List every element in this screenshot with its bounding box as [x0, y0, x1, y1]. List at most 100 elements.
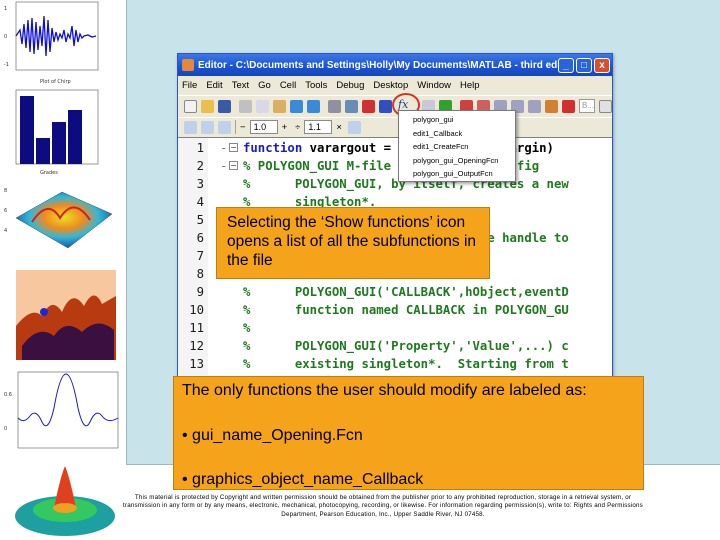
divide-button[interactable]: ÷ [295, 122, 300, 133]
eval-advance-icon[interactable] [218, 120, 231, 134]
continue-icon[interactable] [545, 99, 558, 113]
line-number: 3 [196, 177, 204, 191]
editor-title: Editor - C:\Documents and Settings\Holly… [198, 59, 558, 71]
svg-text:Plot of Chirp: Plot of Chirp [40, 79, 71, 85]
increment-value-1[interactable]: 1.0 [249, 120, 278, 134]
code-text: % existing singleton*. Starting from t [243, 355, 569, 373]
waveform-thumbnail: 1 0 -1 Plot of Chirp [2, 0, 102, 86]
menu-help[interactable]: Help [460, 80, 480, 91]
line-number: 10 [189, 303, 204, 317]
eval-cell-icon[interactable] [201, 120, 214, 134]
cell-toolbar: − 1.0 + ÷ 1.1 × [178, 117, 612, 136]
close-button[interactable]: x [594, 57, 610, 73]
comment: % existing singleton*. Starting from t [243, 357, 569, 371]
undo-icon[interactable] [290, 99, 303, 113]
copyright-notice: This material is protected by Copyright … [123, 494, 643, 518]
code-text: % POLYGON_GUI('CALLBACK',hObject,eventD [243, 283, 569, 301]
callout-heading: The only functions the user should modif… [182, 382, 587, 399]
menu-desktop[interactable]: Desktop [373, 80, 408, 91]
line-number: 9 [196, 285, 204, 299]
line-number: 8 [196, 267, 204, 281]
redo-icon[interactable] [307, 99, 320, 113]
editor-toolbar: fx B... [178, 93, 612, 117]
code-line[interactable]: 11% [178, 319, 612, 337]
increment-button[interactable]: + [282, 122, 288, 133]
cut-icon[interactable] [239, 99, 252, 113]
multiply-button[interactable]: × [336, 122, 342, 133]
fold-toggle-icon[interactable]: − [229, 161, 238, 170]
line-number: 2 [196, 159, 204, 173]
function-item-edit1-createfcn[interactable]: edit1_CreateFcn [399, 140, 515, 154]
step-out-icon[interactable] [528, 99, 541, 113]
stack-combo[interactable]: B... [579, 99, 596, 113]
save-icon[interactable] [218, 99, 231, 113]
print-icon[interactable] [328, 99, 341, 113]
increment-value-2[interactable]: 1.1 [304, 120, 333, 134]
new-file-icon[interactable] [184, 99, 197, 113]
code-line[interactable]: 9 % POLYGON_GUI('CALLBACK',hObject,eventD [178, 283, 612, 301]
breakpoint-marker[interactable]: - [220, 157, 227, 175]
code-line[interactable]: 13 % existing singleton*. Starting from t [178, 355, 612, 373]
open-folder-icon[interactable] [201, 99, 214, 113]
menu-bar: File Edit Text Go Cell Tools Debug Deskt… [178, 77, 612, 94]
3d-peak-thumbnail [10, 458, 120, 540]
code-line[interactable]: 2- −% POLYGON_GUI M-file for polygon_gui.… [178, 157, 612, 175]
matlab-app-icon [182, 59, 194, 71]
function-item-outputfcn[interactable]: polygon_gui_OutputFcn [399, 167, 515, 181]
svg-text:0.6: 0.6 [4, 392, 12, 398]
go-back-icon[interactable] [362, 99, 375, 113]
code-text: % POLYGON_GUI('Property','Value',...) c [243, 337, 569, 355]
paste-icon[interactable] [273, 99, 286, 113]
toolbar-separator [235, 120, 236, 134]
function-item-openingfcn[interactable]: polygon_gui_OpeningFcn [399, 154, 515, 168]
maximize-button[interactable]: □ [576, 57, 592, 73]
cell-mode-icon[interactable] [184, 120, 197, 134]
go-forward-icon[interactable] [379, 99, 392, 113]
line-number: 7 [196, 249, 204, 263]
code-line[interactable]: 3% POLYGON_GUI, by itself, creates a new [178, 175, 612, 193]
line-number: 6 [196, 231, 204, 245]
copy-icon[interactable] [256, 99, 269, 113]
menu-debug[interactable]: Debug [336, 80, 364, 91]
dock-icon[interactable] [599, 99, 612, 113]
editor-titlebar[interactable]: Editor - C:\Documents and Settings\Holly… [178, 54, 612, 76]
exit-debug-icon[interactable] [562, 99, 575, 113]
decrement-button[interactable]: − [240, 122, 246, 133]
menu-cell[interactable]: Cell [280, 80, 296, 91]
comment: % POLYGON_GUI('CALLBACK',hObject,eventD [243, 285, 569, 299]
callout-item-opening-fcn: • gui_name_Opening.Fcn [182, 427, 363, 444]
menu-go[interactable]: Go [258, 80, 271, 91]
show-functions-callout: Selecting the ‘Show functions’ icon open… [216, 207, 490, 279]
function-item-edit1-callback[interactable]: edit1_Callback [399, 127, 515, 141]
svg-text:Grades: Grades [40, 170, 58, 176]
svg-text:0: 0 [4, 426, 7, 432]
menu-window[interactable]: Window [417, 80, 451, 91]
cell-options-icon[interactable] [347, 120, 361, 134]
code-line[interactable]: 1-−function varargout = polygon_gui(vara… [178, 139, 612, 157]
function-list-menu: polygon_gui edit1_Callback edit1_CreateF… [398, 110, 516, 182]
keyword: function [243, 141, 303, 155]
breakpoint-marker[interactable]: - [220, 139, 227, 157]
find-icon[interactable] [345, 99, 358, 113]
code-line[interactable]: 12 % POLYGON_GUI('Property','Value',...) … [178, 337, 612, 355]
line-number: 12 [189, 339, 204, 353]
callout-item-callback: • graphics_object_name_Callback [182, 471, 424, 488]
menu-text[interactable]: Text [232, 80, 249, 91]
function-item-polygon-gui[interactable]: polygon_gui [399, 113, 515, 127]
menu-tools[interactable]: Tools [305, 80, 327, 91]
comment: % [243, 321, 251, 335]
thumbnail-strip: 1 0 -1 Plot of Chirp Grades 8 6 4 0.6 0 [0, 0, 124, 540]
comment: % POLYGON_GUI('Property','Value',...) c [243, 339, 569, 353]
menu-edit[interactable]: Edit [206, 80, 222, 91]
svg-text:4: 4 [4, 228, 7, 234]
fold-toggle-icon[interactable]: − [229, 143, 238, 152]
modify-functions-callout: The only functions the user should modif… [173, 376, 644, 490]
line-number: 11 [189, 321, 204, 335]
fractal-thumbnail [2, 266, 122, 366]
sinc-plot-thumbnail: 0.6 0 [2, 368, 122, 454]
code-line[interactable]: 10 % function named CALLBACK in POLYGON_G… [178, 301, 612, 319]
svg-text:6: 6 [4, 208, 7, 214]
menu-file[interactable]: File [182, 80, 197, 91]
svg-text:0: 0 [4, 34, 7, 40]
minimize-button[interactable]: _ [558, 57, 574, 73]
